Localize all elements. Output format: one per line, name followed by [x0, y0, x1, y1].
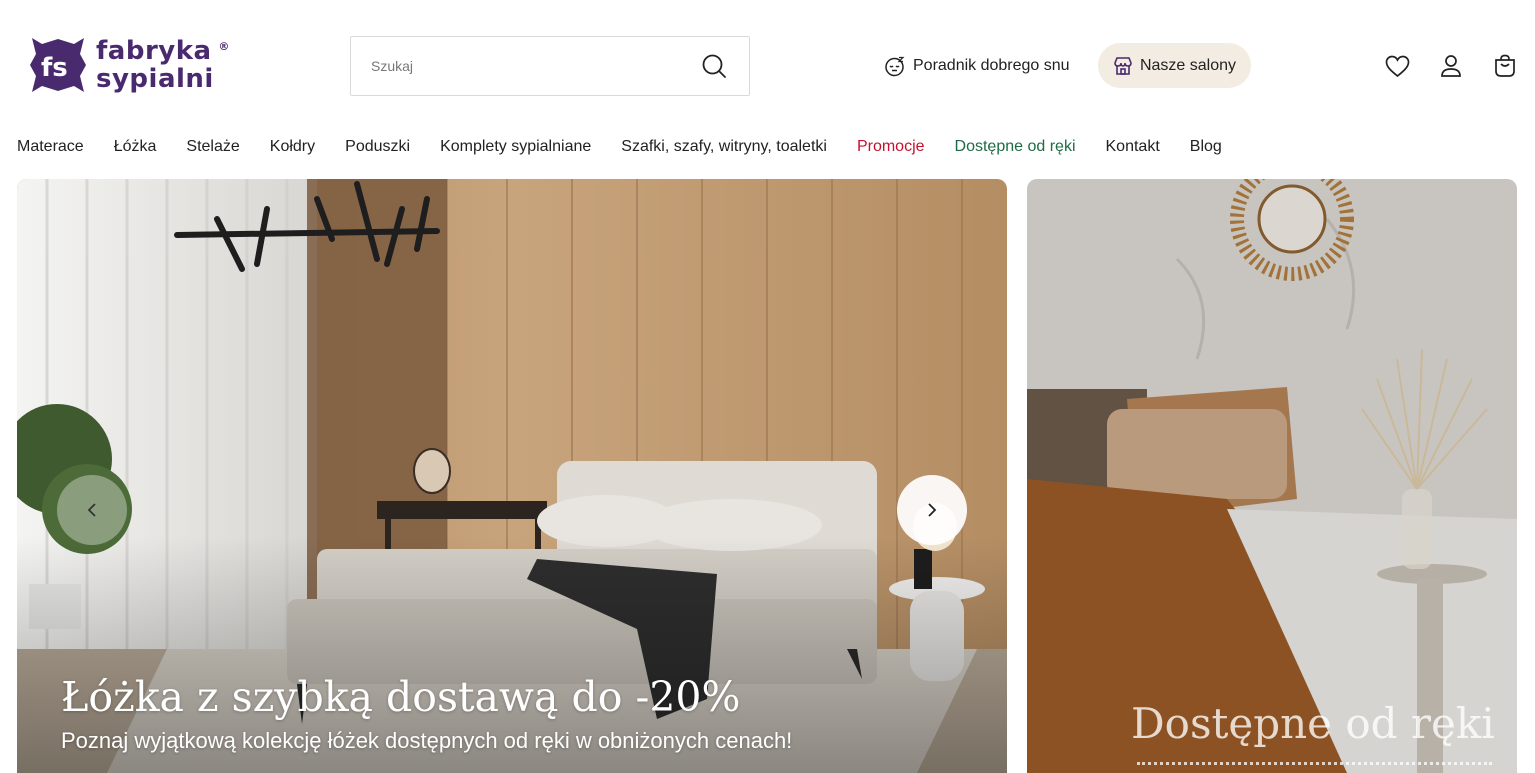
logo[interactable]: fs fabryka sypialni ® — [26, 33, 229, 97]
registered-mark: ® — [218, 40, 230, 53]
nav-item-bedroom-sets[interactable]: Komplety sypialniane — [440, 138, 591, 156]
side-banner-title: Dostępne od ręki — [1131, 699, 1495, 748]
hero-title: Łóżka z szybką dostawą do -20% — [61, 673, 741, 721]
nav-item-blog[interactable]: Blog — [1190, 138, 1222, 156]
nav-item-bed-frames[interactable]: Stelaże — [186, 138, 239, 156]
carousel-next-button[interactable] — [897, 475, 967, 545]
our-salons-label: Nasze salony — [1139, 56, 1237, 74]
logo-wordmark: fabryka sypialni ® — [96, 36, 229, 94]
chevron-right-icon — [928, 503, 937, 517]
logo-line-2: sypialni — [96, 64, 214, 94]
carousel-prev-button[interactable] — [57, 475, 127, 545]
side-bedroom-image — [1027, 179, 1517, 773]
nav-item-cabinets[interactable]: Szafki, szafy, witryny, toaletki — [621, 138, 827, 156]
heart-icon[interactable] — [1384, 53, 1410, 79]
nav-item-beds[interactable]: Łóżka — [114, 138, 157, 156]
nav-item-duvets[interactable]: Kołdry — [270, 138, 315, 156]
nav-item-available[interactable]: Dostępne od ręki — [955, 138, 1076, 156]
logo-line-1: fabryka — [96, 36, 212, 66]
main-navigation: Materace Łóżka Stelaże Kołdry Poduszki K… — [17, 136, 1252, 158]
side-banner-decoration — [1137, 762, 1492, 765]
nav-item-mattresses[interactable]: Materace — [17, 138, 84, 156]
nav-item-pillows[interactable]: Poduszki — [345, 138, 410, 156]
sleeping-face-icon — [885, 56, 905, 76]
hero-carousel[interactable]: Łóżka z szybką dostawą do -20% Poznaj wy… — [17, 179, 1007, 773]
store-icon — [1114, 56, 1132, 75]
site-header: fs fabryka sypialni ® Poradnik dobrego s… — [0, 0, 1535, 125]
search-icon[interactable] — [679, 37, 749, 95]
logo-mark-icon: fs — [26, 34, 90, 96]
sleep-guide-link[interactable]: Poradnik dobrego snu — [884, 53, 1070, 79]
sleep-guide-label: Poradnik dobrego snu — [913, 57, 1070, 74]
nav-item-promotions[interactable]: Promocje — [857, 138, 925, 156]
hero-subtitle: Poznaj wyjątkową kolekcję łóżek dostępny… — [61, 728, 793, 753]
shopping-bag-icon[interactable] — [1492, 53, 1518, 79]
search-bar — [350, 36, 750, 96]
user-icon[interactable] — [1438, 53, 1464, 79]
logo-mark-text: fs — [41, 53, 68, 83]
nav-item-contact[interactable]: Kontakt — [1106, 138, 1160, 156]
available-now-banner[interactable]: Dostępne od ręki — [1027, 179, 1517, 773]
our-salons-button[interactable]: Nasze salony — [1098, 43, 1251, 88]
search-input[interactable] — [351, 37, 679, 95]
chevron-left-icon — [87, 503, 96, 517]
